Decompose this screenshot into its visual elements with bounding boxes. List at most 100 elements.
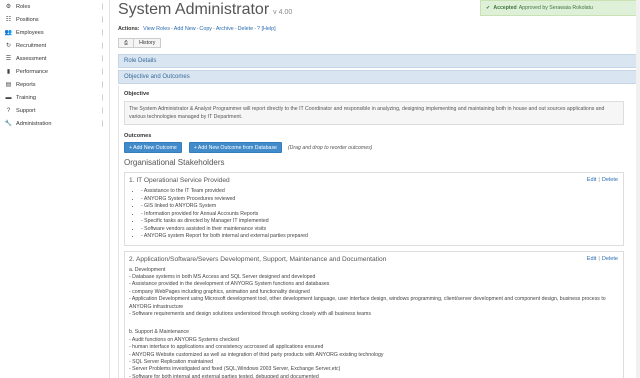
chevron-right-icon: | (101, 55, 103, 62)
book-icon: ▬ (5, 94, 12, 101)
stakeholders-heading: Organisational Stakeholders (124, 158, 225, 167)
view-roles-link[interactable]: View Roles (143, 26, 170, 32)
print-button[interactable]: ⎙ (118, 38, 135, 48)
sidebar-item-reports[interactable]: ▤ Reports | (0, 78, 109, 91)
toolbar: ⎙ History (118, 38, 162, 48)
page-title: System Administrator (118, 1, 270, 18)
list-item: - ANYORG Website customized as well as i… (129, 351, 384, 358)
outcome-card: 1. IT Operational Service Provided Edit |… (124, 172, 624, 246)
chevron-right-icon: | (101, 3, 103, 10)
drag-note: (Drag and drop to reorder outcomes) (287, 144, 373, 151)
sidebar-item-administration[interactable]: 🔧 Administration | (0, 117, 109, 130)
wrench-icon: 🔧 (4, 121, 13, 127)
history-button[interactable]: History (134, 38, 162, 48)
question-icon: ? (6, 107, 11, 114)
outcome-list: - Assistance to the IT Team provided- AN… (141, 188, 619, 241)
alert-text: Approved by Serawaia Rokolatu (518, 5, 593, 11)
list-item: - ANYORG system Report for both internal… (141, 233, 619, 241)
copy-link[interactable]: Copy (199, 26, 212, 32)
list-item: - Audit functions on ANYORG Systems chec… (129, 336, 239, 343)
add-outcome-button[interactable]: + Add New Outcome (124, 142, 182, 153)
sidebar-item-label: Employees (16, 29, 44, 36)
sidebar-item-training[interactable]: ▬ Training | (0, 91, 109, 104)
sidebar-item-label: Performance (16, 68, 49, 75)
check-circle-icon: ✔ (486, 5, 491, 11)
sidebar-item-support[interactable]: ? Support | (0, 104, 109, 117)
delete-outcome-link[interactable]: Delete (602, 256, 618, 262)
outcome-actions: Edit | Delete (586, 177, 618, 183)
chevron-right-icon: | (101, 94, 103, 101)
objective-outcomes-body: Objective The System Administrator & Ana… (118, 86, 640, 378)
sidebar-item-label: Administration (16, 120, 52, 127)
list-item: - Specific tasks as directed by Manager … (141, 218, 619, 226)
outcomes-heading: Outcomes (124, 133, 152, 139)
objective-heading: Objective (124, 91, 150, 97)
title-row: System Administrator v 4.00 (118, 1, 292, 19)
role-details-header[interactable]: Role Details (118, 54, 640, 68)
gear-icon: ⚙ (5, 4, 12, 10)
sidebar-item-positions[interactable]: ☷ Positions | (0, 13, 109, 26)
list-item: b. Support & Maintenance (129, 329, 189, 336)
bar-chart-icon: ▮ (6, 69, 11, 75)
objective-outcomes-header[interactable]: Objective and Outcomes (118, 70, 640, 84)
scrollbar[interactable] (636, 0, 640, 378)
archive-link[interactable]: Archive (216, 26, 234, 32)
list-item: - Information provided for Annual Accoun… (141, 211, 619, 219)
sidebar-item-label: Roles (16, 3, 31, 10)
delete-link[interactable]: Delete (238, 26, 254, 32)
add-outcome-from-db-button[interactable]: + Add New Outcome from Database (188, 142, 282, 153)
sidebar-nav: ⚙ Roles | ☷ Positions | 👥 Employees | ↻ Recruitmen… (0, 0, 109, 130)
sidebar-item-roles[interactable]: ⚙ Roles | (0, 0, 109, 13)
list-item: - Database systems in both MS Access and… (129, 273, 316, 280)
list-item: - Software requirements and design solut… (129, 310, 371, 317)
sidebar-item-label: Support (16, 107, 36, 114)
outcome-section-support: b. Support & Maintenance - Audit function… (129, 329, 619, 378)
sidebar-item-label: Training (16, 94, 37, 101)
sidebar-item-employees[interactable]: 👥 Employees | (0, 26, 109, 39)
outcome-title: 1. IT Operational Service Provided (129, 177, 230, 184)
objective-text: The System Administrator & Analyst Progr… (124, 101, 624, 125)
chevron-right-icon: | (101, 68, 103, 75)
chevron-right-icon: | (101, 107, 103, 114)
sitemap-icon: ☷ (5, 17, 12, 23)
sidebar-item-label: Assessment (16, 55, 47, 62)
print-icon: ⎙ (124, 39, 129, 46)
outcome-actions: Edit | Delete (586, 255, 618, 262)
edit-link[interactable]: Edit (587, 177, 597, 183)
chevron-right-icon: | (101, 120, 103, 127)
delete-outcome-link[interactable]: Delete (602, 177, 618, 183)
list-item: - SQL Server Replication maintained (129, 358, 214, 365)
add-new-link[interactable]: Add New (174, 26, 196, 32)
users-icon: 👥 (4, 30, 13, 36)
list-item: - Assistance to the IT Team provided (141, 188, 619, 196)
approval-alert: ✔ Accepted Approved by Serawaia Rokolatu (480, 0, 640, 16)
version-label: v 4.00 (273, 9, 293, 16)
list-item: - Server Problems investigated and fixed… (129, 366, 341, 373)
help-link[interactable]: ? [Help] (257, 26, 276, 32)
sidebar-item-recruitment[interactable]: ↻ Recruitment | (0, 39, 109, 52)
alert-status: Accepted (493, 5, 517, 11)
list-item: a. Development (129, 266, 166, 273)
outcome-card: 2. Application/Software/Severs Developme… (124, 250, 624, 378)
edit-link[interactable]: Edit (587, 256, 597, 262)
sidebar-item-assessment[interactable]: ☰ Assessment | (0, 52, 109, 65)
outcome-title: 2. Application/Software/Severs Developme… (129, 255, 387, 263)
outcomes-buttons: + Add New Outcome + Add New Outcome from… (124, 142, 640, 153)
chevron-right-icon: | (101, 81, 103, 88)
chevron-right-icon: | (101, 16, 103, 23)
list-item: - Software vendors assisted in their mai… (141, 226, 619, 234)
file-icon: ▤ (5, 82, 12, 88)
sidebar-item-label: Positions (16, 16, 39, 23)
list-item: - ANYORG System Procedures reviewed (141, 196, 619, 204)
sidebar: ⚙ Roles | ☷ Positions | 👥 Employees | ↻ Recruitmen… (0, 0, 110, 378)
sidebar-item-label: Recruitment (16, 42, 47, 49)
role-details-panel[interactable]: Role Details (118, 54, 640, 68)
sidebar-item-label: Reports (16, 81, 36, 88)
list-item: - human interface to applications and co… (129, 344, 324, 351)
list-item: - GIS linked to ANYORG System (141, 203, 619, 211)
objective-outcomes-panel[interactable]: Objective and Outcomes (118, 70, 640, 84)
actions-label: Actions: (118, 26, 140, 32)
sidebar-item-performance[interactable]: ▮ Performance | (0, 65, 109, 78)
list-item: - company WebPages including graphics, a… (129, 288, 310, 295)
refresh-icon: ↻ (5, 43, 12, 49)
